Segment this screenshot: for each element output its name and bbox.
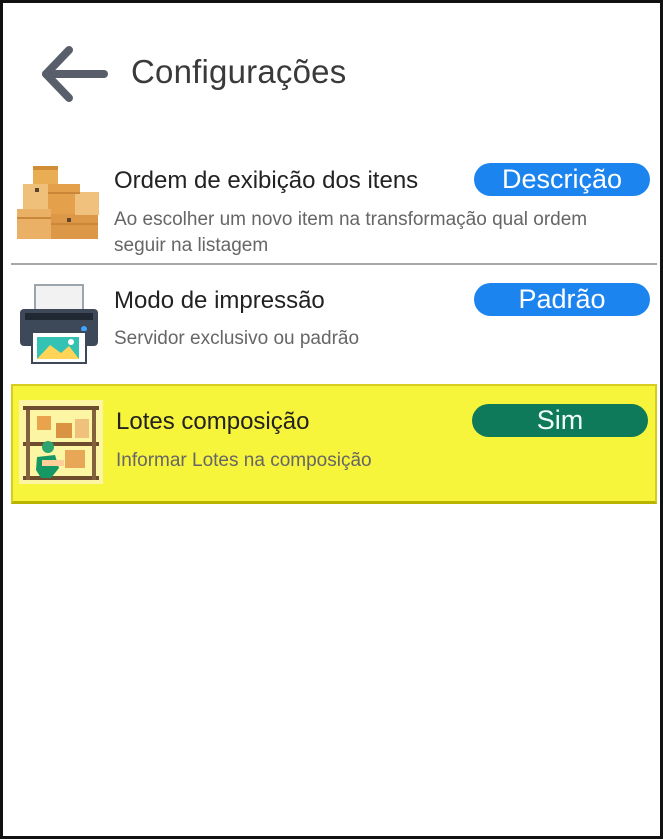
boxes-icon — [17, 166, 99, 239]
arrow-left-icon — [42, 46, 108, 102]
app-screen: Configurações Ordem de exibição dos iten… — [0, 0, 663, 839]
order-value-button[interactable]: Descrição — [474, 163, 650, 196]
setting-description: Informar Lotes na composição — [116, 450, 372, 471]
lotes-composicao-value-button[interactable]: Sim — [472, 404, 648, 437]
setting-item-ordem-exibicao[interactable]: Ordem de exibição dos itens Ao escolher … — [11, 153, 657, 265]
setting-item-modo-impressao[interactable]: Modo de impressão Servidor exclusivo ou … — [11, 271, 657, 379]
page-title: Configurações — [131, 53, 347, 90]
setting-description: Servidor exclusivo ou padrão — [114, 328, 360, 349]
setting-item-lotes-composicao[interactable]: Lotes composição Informar Lotes na compo… — [11, 384, 657, 504]
printer-icon — [20, 284, 98, 364]
back-button[interactable] — [39, 43, 109, 105]
setting-title: Ordem de exibição dos itens — [114, 167, 419, 194]
setting-title: Modo de impressão — [114, 287, 325, 314]
setting-title: Lotes composição — [116, 408, 310, 435]
top-bar: Configurações — [3, 3, 660, 143]
print-mode-value-button[interactable]: Padrão — [474, 283, 650, 316]
warehouse-worker-icon — [19, 400, 103, 484]
setting-description: Ao escolher um novo item na transformaçã… — [114, 209, 588, 256]
